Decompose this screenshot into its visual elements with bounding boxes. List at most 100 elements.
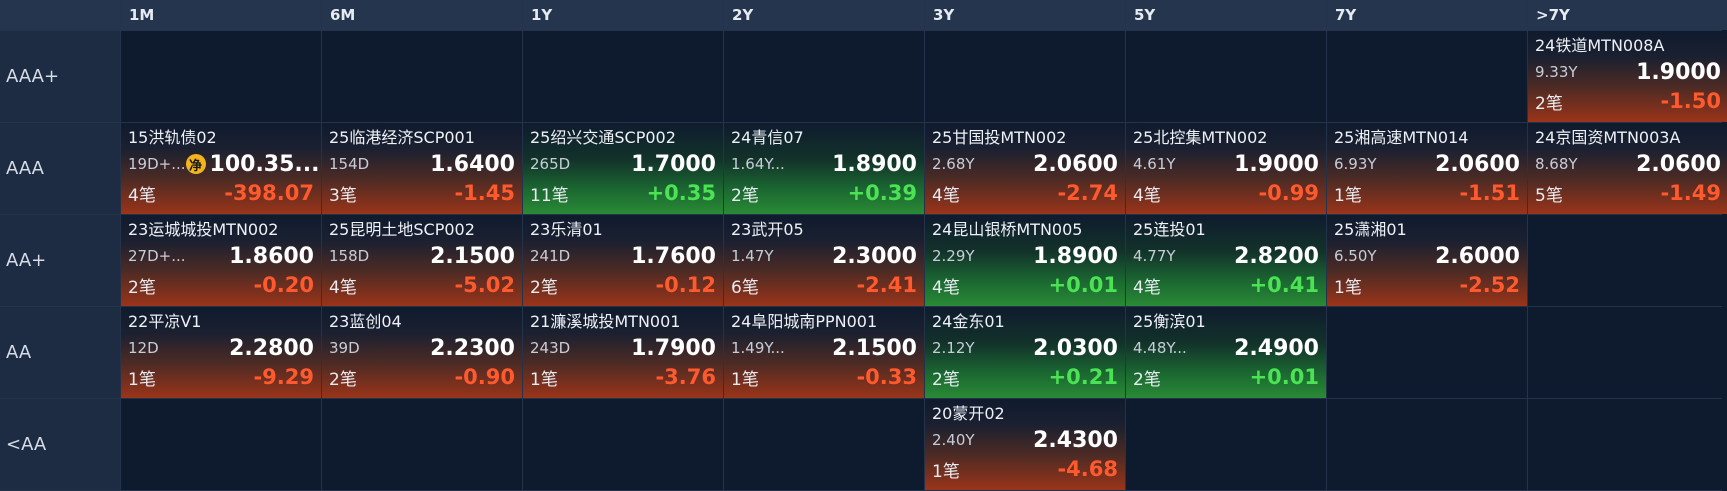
grid-cell: 25甘国投MTN002 2.68Y 2.0600 4笔 -2.74 [925,123,1125,214]
bond-yield: 2.3000 [832,243,917,269]
bond-card[interactable]: 25临港经济SCP001 154D 1.6400 3笔 -1.45 [322,123,522,214]
column-header-6[interactable]: 7Y [1327,0,1527,30]
trade-count: 1笔 [731,369,759,390]
bond-row-term-yield: 8.68Y 2.0600 [1535,149,1721,179]
bond-card[interactable]: 20蒙开02 2.40Y 2.4300 1笔 -4.68 [925,399,1125,490]
bond-card[interactable]: 21濂溪城投MTN001 243D 1.7900 1笔 -3.76 [523,307,723,398]
bond-term: 158D [329,247,370,265]
row-header-4[interactable]: <AA [0,399,120,490]
column-header-0[interactable]: 1M [121,0,321,30]
bond-row-term-yield: 4.48Y... 2.4900 [1133,333,1319,363]
bond-card[interactable]: 23运城城投MTN002 27D+... 1.8600 2笔 -0.20 [121,215,321,306]
bond-name: 23武开05 [731,220,804,239]
bond-yield: 2.0300 [1033,335,1118,361]
trade-count: 4笔 [128,185,156,206]
bp-change: -4.68 [1057,457,1118,481]
bond-card[interactable]: 23乐清01 241D 1.7600 2笔 -0.12 [523,215,723,306]
bond-yield: 1.6400 [430,151,515,177]
column-header-5[interactable]: 5Y [1126,0,1326,30]
bond-card[interactable]: 25甘国投MTN002 2.68Y 2.0600 4笔 -2.74 [925,123,1125,214]
row-header-0[interactable]: AAA+ [0,31,120,122]
bond-card[interactable]: 25衡滨01 4.48Y... 2.4900 2笔 +0.01 [1126,307,1326,398]
bond-yield: 2.4300 [1033,427,1118,453]
bp-change: +0.21 [1048,365,1118,389]
bond-row-term-yield: 6.93Y 2.0600 [1334,149,1520,179]
grid-cell: 24阜阳城南PPN001 1.49Y... 2.1500 1笔 -0.33 [724,307,924,398]
bp-change: -0.20 [253,273,314,297]
column-header-1[interactable]: 6M [322,0,522,30]
grid-cell [1528,215,1727,306]
bond-card[interactable]: 25潇湘01 6.50Y 2.6000 1笔 -2.52 [1327,215,1527,306]
bond-card[interactable]: 23武开05 1.47Y 2.3000 6笔 -2.41 [724,215,924,306]
bond-yield-wrap: 2.2300 [430,336,515,361]
bond-card[interactable]: 24青信07 1.64Y... 1.8900 2笔 +0.39 [724,123,924,214]
trade-count: 2笔 [530,277,558,298]
bp-change: -0.12 [655,273,716,297]
bond-name: 24京国资MTN003A [1535,128,1681,147]
bond-yield: 2.0600 [1636,151,1721,177]
bond-card[interactable]: 15洪轨债02 19D+... 净 100.35... 4笔 -398.07 [121,123,321,214]
bond-term: 6.50Y [1334,247,1377,265]
bond-card[interactable]: 24金东01 2.12Y 2.0300 2笔 +0.21 [925,307,1125,398]
bp-change: +0.41 [1249,273,1319,297]
bond-term: 27D+... [128,247,186,265]
bond-name: 23乐清01 [530,220,603,239]
bond-name: 25衡滨01 [1133,312,1206,331]
bond-name: 23蓝创04 [329,312,402,331]
bond-card[interactable]: 24铁道MTN008A 9.33Y 1.9000 2笔 -1.50 [1528,31,1727,122]
bond-row-term-yield: 2.40Y 2.4300 [932,425,1118,455]
bond-yield-wrap: 2.0600 [1636,152,1721,177]
grid-cell: 21濂溪城投MTN001 243D 1.7900 1笔 -3.76 [523,307,723,398]
bond-term: 19D+... [128,155,186,173]
bond-yield-grid: 1M 6M 1Y 2Y 3Y 5Y 7Y >7Y AAA+ 24铁道MTN008A 9.33Y 1.9… [0,0,1727,491]
bond-card[interactable]: 24京国资MTN003A 8.68Y 2.0600 5笔 -1.49 [1528,123,1727,214]
trade-count: 2笔 [1535,93,1563,114]
bond-term: 2.68Y [932,155,975,173]
grid-cell [1126,399,1326,490]
bond-card[interactable]: 23蓝创04 39D 2.2300 2笔 -0.90 [322,307,522,398]
grid-cell [523,31,723,122]
bond-card[interactable]: 25湘高速MTN014 6.93Y 2.0600 1笔 -1.51 [1327,123,1527,214]
column-header-7[interactable]: >7Y [1528,0,1727,30]
bond-term: 2.40Y [932,431,975,449]
bond-card[interactable]: 22平凉V1 12D 2.2800 1笔 -9.29 [121,307,321,398]
bond-yield: 2.0600 [1033,151,1118,177]
bond-row-term-yield: 27D+... 1.8600 [128,241,314,271]
bond-term: 1.64Y... [731,155,785,173]
bond-card[interactable]: 24昆山银桥MTN005 2.29Y 1.8900 4笔 +0.01 [925,215,1125,306]
bond-yield-wrap: 2.1500 [430,244,515,269]
grid-cell: 24青信07 1.64Y... 1.8900 2笔 +0.39 [724,123,924,214]
bond-card[interactable]: 24阜阳城南PPN001 1.49Y... 2.1500 1笔 -0.33 [724,307,924,398]
column-header-3[interactable]: 2Y [724,0,924,30]
grid-cell [1327,31,1527,122]
grid-cell: 20蒙开02 2.40Y 2.4300 1笔 -4.68 [925,399,1125,490]
row-header-2[interactable]: AA+ [0,215,120,306]
grid-cell: 23蓝创04 39D 2.2300 2笔 -0.90 [322,307,522,398]
bond-row-term-yield: 19D+... 净 100.35... [128,149,319,179]
bond-yield-wrap: 1.7900 [631,336,716,361]
column-header-4[interactable]: 3Y [925,0,1125,30]
bond-row-term-yield: 1.49Y... 2.1500 [731,333,917,363]
bp-change: -398.07 [224,181,314,205]
bond-yield: 1.7000 [631,151,716,177]
bond-yield-wrap: 1.6400 [430,152,515,177]
grid-corner [0,0,120,30]
bond-card[interactable]: 25北控集MTN002 4.61Y 1.9000 4笔 -0.99 [1126,123,1326,214]
bond-yield-wrap: 2.8200 [1234,244,1319,269]
grid-cell: 25绍兴交通SCP002 265D 1.7000 11笔 +0.35 [523,123,723,214]
bond-term: 4.48Y... [1133,339,1187,357]
bond-term: 4.77Y [1133,247,1176,265]
row-header-3[interactable]: AA [0,307,120,398]
bond-term: 243D [530,339,571,357]
bond-yield-wrap: 2.0600 [1033,152,1118,177]
bond-row-term-yield: 1.47Y 2.3000 [731,241,917,271]
bond-card[interactable]: 25连投01 4.77Y 2.8200 4笔 +0.41 [1126,215,1326,306]
bond-yield-wrap: 2.4900 [1234,336,1319,361]
column-header-2[interactable]: 1Y [523,0,723,30]
row-header-1[interactable]: AAA [0,123,120,214]
bond-row-count-change: 2笔 -0.12 [530,271,716,299]
bp-change: -0.99 [1258,181,1319,205]
bond-card[interactable]: 25绍兴交通SCP002 265D 1.7000 11笔 +0.35 [523,123,723,214]
bond-yield-wrap: 2.2800 [229,336,314,361]
bond-card[interactable]: 25昆明土地SCP002 158D 2.1500 4笔 -5.02 [322,215,522,306]
